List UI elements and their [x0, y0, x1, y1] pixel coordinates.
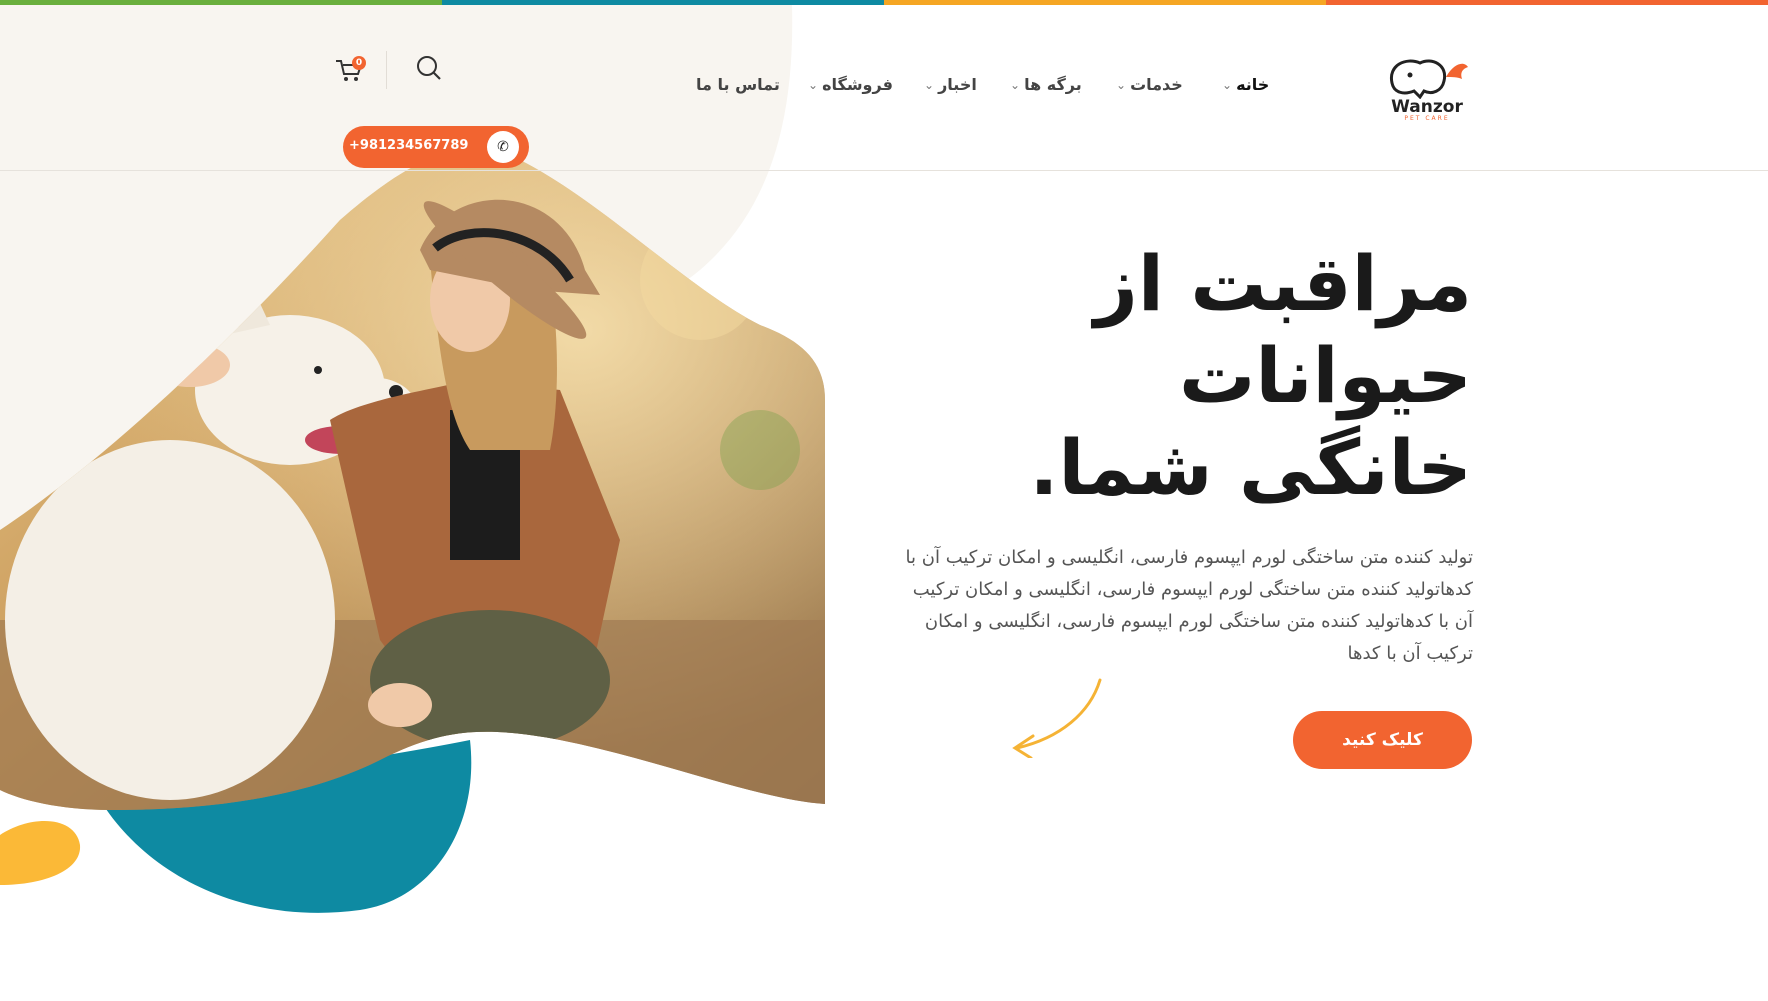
- nav-item-contact[interactable]: تماس با ما: [696, 75, 780, 94]
- header-divider: [386, 51, 387, 89]
- hero-title-line: خانگی شما.: [1029, 423, 1473, 512]
- chevron-down-icon: ⌄: [1010, 77, 1021, 92]
- nav-item-news[interactable]: اخبار ⌄: [924, 75, 977, 94]
- hero-description: تولید کننده متن ساختگی لورم ایپسوم فارسی…: [905, 547, 1473, 664]
- elephant-logo-icon: [1389, 59, 1468, 99]
- curved-arrow-icon: [1012, 678, 1102, 758]
- logo-name: Wanzor: [1391, 97, 1463, 117]
- top-bar-segment-teal: [442, 0, 884, 5]
- phone-icon: ✆: [487, 131, 519, 163]
- nav-item-label: اخبار: [938, 75, 977, 94]
- page: Wanzor PET CARE خانه ⌄ خدمات ⌄ برگه ها ⌄…: [0, 0, 1768, 1001]
- hero-title: مراقبت از حیوانات خانگی شما.: [1000, 238, 1473, 514]
- nav-item-label: خانه: [1236, 75, 1270, 94]
- top-bar-segment-green: [0, 0, 442, 5]
- nav-item-label: برگه ها: [1024, 75, 1082, 94]
- chevron-down-icon: ⌄: [808, 77, 819, 92]
- nav-item-home[interactable]: خانه ⌄: [1222, 75, 1269, 94]
- top-color-bar: [0, 0, 1768, 5]
- nav-item-shop[interactable]: فروشگاه ⌄: [808, 75, 893, 94]
- chevron-down-icon: ⌄: [1116, 77, 1127, 92]
- top-bar-segment-yellow: [884, 0, 1326, 5]
- chevron-down-icon: ⌄: [1222, 77, 1233, 92]
- nav-item-label: فروشگاه: [822, 75, 893, 94]
- hero-photo: [0, 148, 825, 810]
- search-button[interactable]: [414, 53, 444, 83]
- site-header: Wanzor PET CARE خانه ⌄ خدمات ⌄ برگه ها ⌄…: [0, 5, 1768, 171]
- cart-count-badge: 0: [352, 56, 366, 70]
- yellow-blob-shape: [0, 821, 81, 885]
- nav-item-services[interactable]: خدمات ⌄: [1116, 75, 1183, 94]
- phone-number: +981234567789: [349, 138, 469, 153]
- logo[interactable]: Wanzor PET CARE: [1382, 55, 1472, 130]
- cta-button[interactable]: کلیک کنید: [1293, 711, 1472, 769]
- hero-title-line: حیوانات: [1179, 331, 1472, 420]
- chevron-down-icon: ⌄: [924, 77, 935, 92]
- hero-title-line: مراقبت از: [1094, 239, 1472, 328]
- search-icon: [417, 56, 441, 80]
- top-bar-segment-orange: [1326, 0, 1768, 5]
- phone-button[interactable]: +981234567789 ✆: [343, 126, 529, 168]
- nav-item-pages[interactable]: برگه ها ⌄: [1010, 75, 1082, 94]
- nav-item-label: تماس با ما: [696, 75, 780, 94]
- nav-item-label: خدمات: [1130, 75, 1183, 94]
